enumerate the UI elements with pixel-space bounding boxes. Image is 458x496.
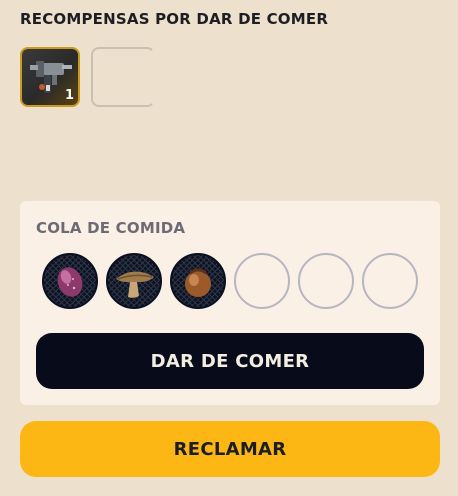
food-slot-4[interactable] bbox=[234, 253, 290, 309]
purple-berry-icon bbox=[57, 267, 83, 297]
food-slot-2[interactable] bbox=[106, 253, 162, 309]
feed-button[interactable]: DAR DE COMER bbox=[36, 333, 424, 389]
food-queue-title: COLA DE COMIDA bbox=[36, 219, 186, 237]
reward-slot-drill[interactable]: 1 bbox=[20, 47, 80, 107]
food-slot-6[interactable] bbox=[362, 253, 418, 309]
claim-button[interactable]: RECLAMAR bbox=[20, 421, 440, 477]
rewards-title: RECOMPENSAS POR DAR DE COMER bbox=[20, 10, 329, 28]
food-queue-panel: COLA DE COMIDA DAR DE COMER bbox=[20, 201, 440, 405]
food-slot-5[interactable] bbox=[298, 253, 354, 309]
reward-quantity: 1 bbox=[64, 88, 74, 103]
hazelnut-icon bbox=[185, 268, 211, 297]
mushroom-icon bbox=[116, 271, 154, 298]
reward-slot-empty bbox=[91, 47, 155, 107]
food-slot-1[interactable] bbox=[42, 253, 98, 309]
food-slot-3[interactable] bbox=[170, 253, 226, 309]
